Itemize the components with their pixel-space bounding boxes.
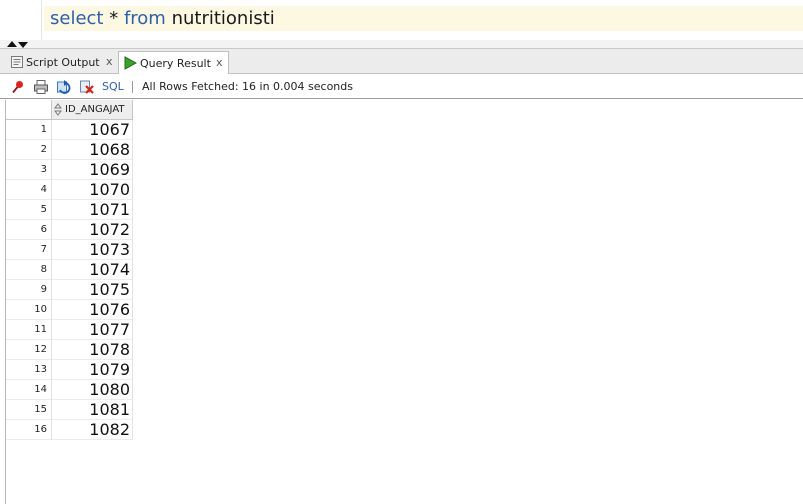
row-number: 2 [6, 140, 51, 160]
table-name-token: nutritionisti [171, 8, 275, 29]
row-number-label: 14 [34, 384, 47, 395]
collapse-up-icon[interactable] [7, 41, 17, 47]
row-number: 3 [6, 160, 51, 180]
table-row[interactable]: 4 1070 [6, 180, 133, 200]
cell-id-angajat[interactable]: 1072 [51, 220, 133, 240]
pin-icon[interactable] [10, 79, 26, 95]
table-row[interactable]: 2 1068 [6, 140, 133, 160]
sort-icon[interactable] [54, 103, 62, 116]
row-number: 8 [6, 260, 51, 280]
table-row[interactable]: 7 1073 [6, 240, 133, 260]
row-number: 6 [6, 220, 51, 240]
row-number-label: 9 [40, 284, 47, 295]
row-number-label: 8 [40, 264, 47, 275]
collapse-down-icon[interactable] [18, 42, 28, 48]
cell-id-angajat[interactable]: 1081 [51, 400, 133, 420]
result-grid[interactable]: ID_ANGAJAT 1 1067 2 1068 3 1069 4 1070 5 1071 6 107… [0, 100, 803, 504]
row-number: 10 [6, 300, 51, 320]
table-row[interactable]: 5 1071 [6, 200, 133, 220]
row-number: 4 [6, 180, 51, 200]
row-number-label: 1 [40, 124, 47, 135]
cell-id-angajat[interactable]: 1080 [51, 380, 133, 400]
row-number: 11 [6, 320, 51, 340]
results-tab-bar: Script Output x Query Result x [0, 49, 803, 74]
row-number-label: 6 [40, 224, 47, 235]
keyword-from: from [123, 8, 166, 29]
table-row[interactable]: 15 1081 [6, 400, 133, 420]
sql-editor[interactable]: select * from nutritionisti [0, 0, 803, 40]
cell-id-angajat[interactable]: 1067 [51, 120, 133, 140]
table-row[interactable]: 1 1067 [6, 120, 133, 140]
cell-id-angajat[interactable]: 1082 [51, 420, 133, 440]
sql-statement[interactable]: select * from nutritionisti [50, 8, 275, 30]
cell-id-angajat[interactable]: 1079 [51, 360, 133, 380]
row-number-label: 3 [40, 164, 47, 175]
cell-id-angajat[interactable]: 1077 [51, 320, 133, 340]
result-toolbar: SQL All Rows Fetched: 16 in 0.004 second… [0, 75, 803, 99]
table-row[interactable]: 12 1078 [6, 340, 133, 360]
table-row[interactable]: 6 1072 [6, 220, 133, 240]
row-number: 16 [6, 420, 51, 440]
row-number: 12 [6, 340, 51, 360]
play-icon [124, 56, 137, 70]
tab-script-output[interactable]: Script Output x [6, 51, 116, 74]
star-token: * [109, 8, 119, 29]
row-number-header [6, 100, 51, 120]
row-number-label: 12 [34, 344, 47, 355]
row-number: 15 [6, 400, 51, 420]
script-output-icon [11, 56, 23, 68]
tab-script-output-label: Script Output [26, 56, 100, 69]
cell-id-angajat[interactable]: 1075 [51, 280, 133, 300]
table-row[interactable]: 13 1079 [6, 360, 133, 380]
row-number-label: 11 [34, 324, 47, 335]
table-row[interactable]: 9 1075 [6, 280, 133, 300]
cell-id-angajat[interactable]: 1069 [51, 160, 133, 180]
row-number-label: 5 [40, 204, 47, 215]
grid-rows: 1 1067 2 1068 3 1069 4 1070 5 1071 6 1072 7 1073 8 1074… [6, 120, 133, 440]
column-header-id-angajat[interactable]: ID_ANGAJAT [51, 100, 133, 120]
row-number-label: 13 [34, 364, 47, 375]
row-number-label: 15 [34, 404, 47, 415]
toolbar-separator [132, 81, 133, 93]
editor-gutter [0, 0, 42, 40]
row-number-label: 7 [40, 244, 47, 255]
refresh-icon[interactable] [56, 79, 72, 95]
tab-query-result-close-icon[interactable]: x [216, 52, 223, 73]
sql-button[interactable]: SQL [102, 78, 124, 96]
print-icon[interactable] [33, 79, 49, 95]
table-row[interactable]: 10 1076 [6, 300, 133, 320]
cell-id-angajat[interactable]: 1073 [51, 240, 133, 260]
cell-id-angajat[interactable]: 1070 [51, 180, 133, 200]
panel-splitter[interactable] [0, 40, 803, 49]
table-row[interactable]: 8 1074 [6, 260, 133, 280]
row-number: 5 [6, 200, 51, 220]
row-number-label: 2 [40, 144, 47, 155]
row-number-label: 4 [40, 184, 47, 195]
tab-query-result-label: Query Result [140, 57, 211, 70]
tab-script-output-close-icon[interactable]: x [106, 51, 113, 72]
table-row[interactable]: 16 1082 [6, 420, 133, 440]
cell-id-angajat[interactable]: 1071 [51, 200, 133, 220]
cell-id-angajat[interactable]: 1078 [51, 340, 133, 360]
column-header-label: ID_ANGAJAT [65, 104, 125, 115]
cell-id-angajat[interactable]: 1074 [51, 260, 133, 280]
row-number-label: 10 [34, 304, 47, 315]
row-number-label: 16 [34, 424, 47, 435]
table-row[interactable]: 14 1080 [6, 380, 133, 400]
row-number: 9 [6, 280, 51, 300]
fetch-status: All Rows Fetched: 16 in 0.004 seconds [142, 80, 353, 93]
keyword-select: select [50, 8, 104, 29]
row-number: 1 [6, 120, 51, 140]
cell-id-angajat[interactable]: 1076 [51, 300, 133, 320]
cell-id-angajat[interactable]: 1068 [51, 140, 133, 160]
table-row[interactable]: 3 1069 [6, 160, 133, 180]
row-number: 14 [6, 380, 51, 400]
row-number: 7 [6, 240, 51, 260]
row-number: 13 [6, 360, 51, 380]
tab-query-result[interactable]: Query Result x [118, 51, 229, 74]
table-row[interactable]: 11 1077 [6, 320, 133, 340]
delete-icon[interactable] [79, 79, 95, 95]
